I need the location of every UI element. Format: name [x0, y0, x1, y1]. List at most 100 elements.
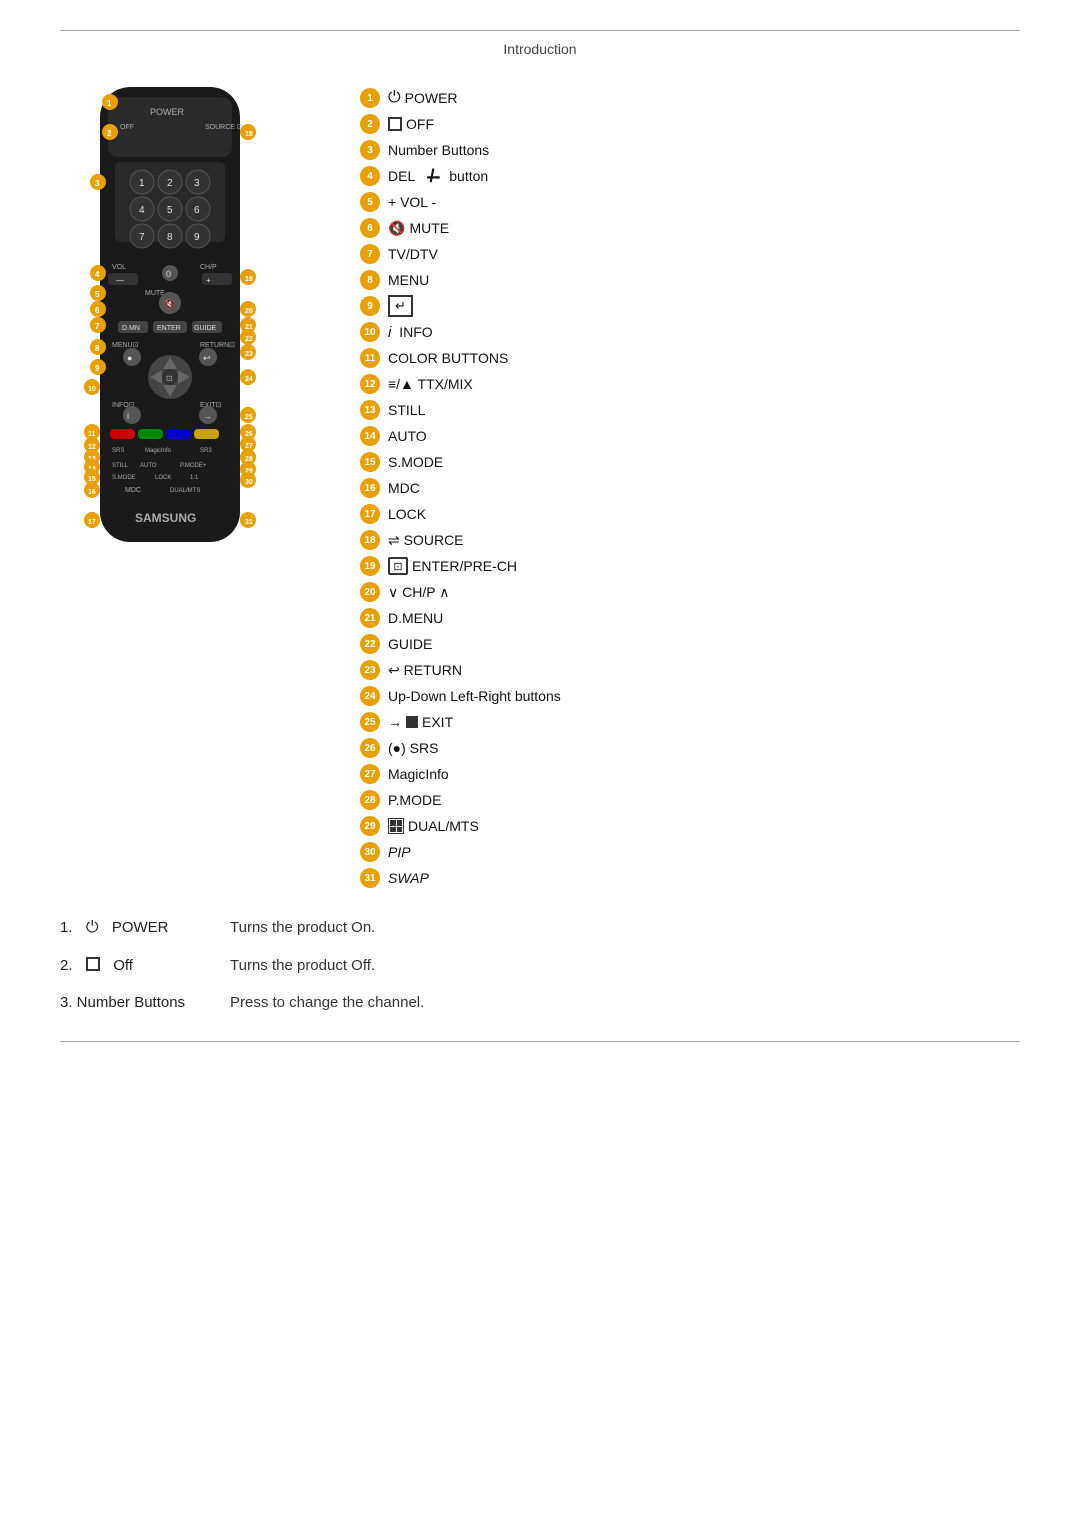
btn-label-19: ⊡ ENTER/PRE-CH — [388, 557, 517, 575]
svg-text:●: ● — [127, 353, 132, 363]
button-list: 1 ⏻ POWER 2 OFF 3 Number Buttons 4 DEL -… — [360, 77, 1020, 889]
descriptions-section: 1. ⏻ POWER Turns the product On. 2. Off … — [60, 919, 1020, 1011]
desc-item-3: 3. Number Buttons Press to change the ch… — [60, 994, 1020, 1011]
badge-30: 30 — [360, 842, 380, 862]
svg-text:30: 30 — [245, 479, 253, 486]
svg-text:STILL: STILL — [112, 463, 129, 469]
btn-label-7: TV/DTV — [388, 246, 438, 262]
btn-label-18: ⇌ SOURCE — [388, 532, 464, 549]
list-item: 13 STILL — [360, 399, 1020, 421]
list-item: 7 TV/DTV — [360, 243, 1020, 265]
list-item: 17 LOCK — [360, 503, 1020, 525]
list-item: 23 ↩ RETURN — [360, 659, 1020, 681]
svg-text:7: 7 — [139, 232, 145, 243]
svg-text:—: — — [116, 276, 124, 285]
btn-label-3: Number Buttons — [388, 142, 489, 158]
badge-16: 16 — [360, 478, 380, 498]
svg-text:OFF: OFF — [120, 124, 134, 131]
list-item: 1 ⏻ POWER — [360, 87, 1020, 109]
badge-6: 6 — [360, 218, 380, 238]
svg-text:5: 5 — [95, 290, 100, 299]
desc-text-3: Press to change the channel. — [230, 994, 424, 1011]
badge-10: 10 — [360, 322, 380, 342]
svg-text:16: 16 — [88, 489, 96, 496]
desc-item-1: 1. ⏻ POWER Turns the product On. — [60, 919, 1020, 937]
list-item: 26 (●) SRS — [360, 737, 1020, 759]
svg-text:⊡: ⊡ — [166, 374, 173, 383]
svg-text:22: 22 — [245, 336, 253, 343]
svg-text:LOCK: LOCK — [155, 475, 171, 481]
btn-label-11: COLOR BUTTONS — [388, 350, 508, 366]
btn-label-2: OFF — [388, 116, 434, 132]
svg-text:SOURCE ⊡: SOURCE ⊡ — [205, 124, 243, 131]
list-item: 22 GUIDE — [360, 633, 1020, 655]
svg-text:SAMSUNG: SAMSUNG — [135, 511, 196, 525]
badge-17: 17 — [360, 504, 380, 524]
list-item: 8 MENU — [360, 269, 1020, 291]
svg-text:RETURN⊡: RETURN⊡ — [200, 342, 235, 349]
svg-text:MDC: MDC — [125, 487, 141, 494]
svg-text:DUAL/MTS: DUAL/MTS — [170, 488, 200, 494]
desc-num-1: 1. ⏻ POWER — [60, 919, 220, 937]
svg-text:SRS: SRS — [112, 448, 124, 454]
btn-label-30: PIP — [388, 844, 411, 860]
svg-text:MENU⊡: MENU⊡ — [112, 342, 139, 349]
list-item: 4 DEL -/-- button — [360, 165, 1020, 187]
badge-13: 13 — [360, 400, 380, 420]
svg-text:7: 7 — [95, 322, 100, 331]
badge-28: 28 — [360, 790, 380, 810]
list-item: 21 D.MENU — [360, 607, 1020, 629]
badge-1: 1 — [360, 88, 380, 108]
svg-text:18: 18 — [245, 131, 253, 138]
list-item: 6 🔇 MUTE — [360, 217, 1020, 239]
svg-text:24: 24 — [245, 376, 253, 383]
btn-label-12: ≡/▲ TTX/MIX — [388, 376, 473, 392]
svg-text:CH/P: CH/P — [200, 264, 217, 271]
svg-text:4: 4 — [139, 205, 145, 216]
list-item: 9 ↵ — [360, 295, 1020, 317]
svg-text:6: 6 — [194, 205, 200, 216]
desc-num-3: 3. Number Buttons — [60, 994, 220, 1011]
svg-text:8: 8 — [167, 232, 173, 243]
svg-text:P.MODE+: P.MODE+ — [180, 463, 207, 469]
btn-label-1: ⏻ POWER — [388, 89, 458, 107]
btn-label-13: STILL — [388, 402, 425, 418]
svg-text:↩: ↩ — [203, 353, 211, 363]
list-item: 30 PIP — [360, 841, 1020, 863]
list-item: 2 OFF — [360, 113, 1020, 135]
btn-label-6: 🔇 MUTE — [388, 220, 449, 237]
svg-text:GUIDE: GUIDE — [194, 325, 217, 332]
list-item: 25 → EXIT — [360, 711, 1020, 733]
btn-label-26: (●) SRS — [388, 740, 438, 756]
badge-8: 8 — [360, 270, 380, 290]
btn-label-4: DEL -/-- button — [388, 166, 488, 187]
badge-14: 14 — [360, 426, 380, 446]
svg-text:31: 31 — [245, 519, 253, 526]
badge-21: 21 — [360, 608, 380, 628]
btn-label-5: + VOL - — [388, 194, 436, 210]
svg-text:27: 27 — [245, 443, 253, 450]
badge-4: 4 — [360, 166, 380, 186]
btn-label-28: P.MODE — [388, 792, 441, 808]
svg-text:17: 17 — [88, 519, 96, 526]
btn-label-9: ↵ — [388, 295, 413, 317]
btn-label-22: GUIDE — [388, 636, 432, 652]
svg-text:2: 2 — [167, 178, 173, 189]
badge-5: 5 — [360, 192, 380, 212]
desc-text-2: Turns the product Off. — [230, 957, 375, 974]
btn-label-17: LOCK — [388, 506, 426, 522]
badge-11: 11 — [360, 348, 380, 368]
badge-24: 24 — [360, 686, 380, 706]
desc-num-2: 2. Off — [60, 957, 220, 974]
btn-label-21: D.MENU — [388, 610, 443, 626]
btn-label-14: AUTO — [388, 428, 427, 444]
svg-text:POWER: POWER — [150, 107, 185, 117]
remote-area: POWER OFF SOURCE ⊡ 1 2 3 4 5 6 — [60, 77, 340, 597]
svg-text:20: 20 — [245, 308, 253, 315]
list-item: 29 DUAL/MTS — [360, 815, 1020, 837]
svg-text:SR3: SR3 — [200, 448, 212, 454]
list-item: 28 P.MODE — [360, 789, 1020, 811]
main-content: POWER OFF SOURCE ⊡ 1 2 3 4 5 6 — [60, 77, 1020, 889]
svg-text:6: 6 — [95, 306, 100, 315]
bottom-rule — [60, 1041, 1020, 1042]
